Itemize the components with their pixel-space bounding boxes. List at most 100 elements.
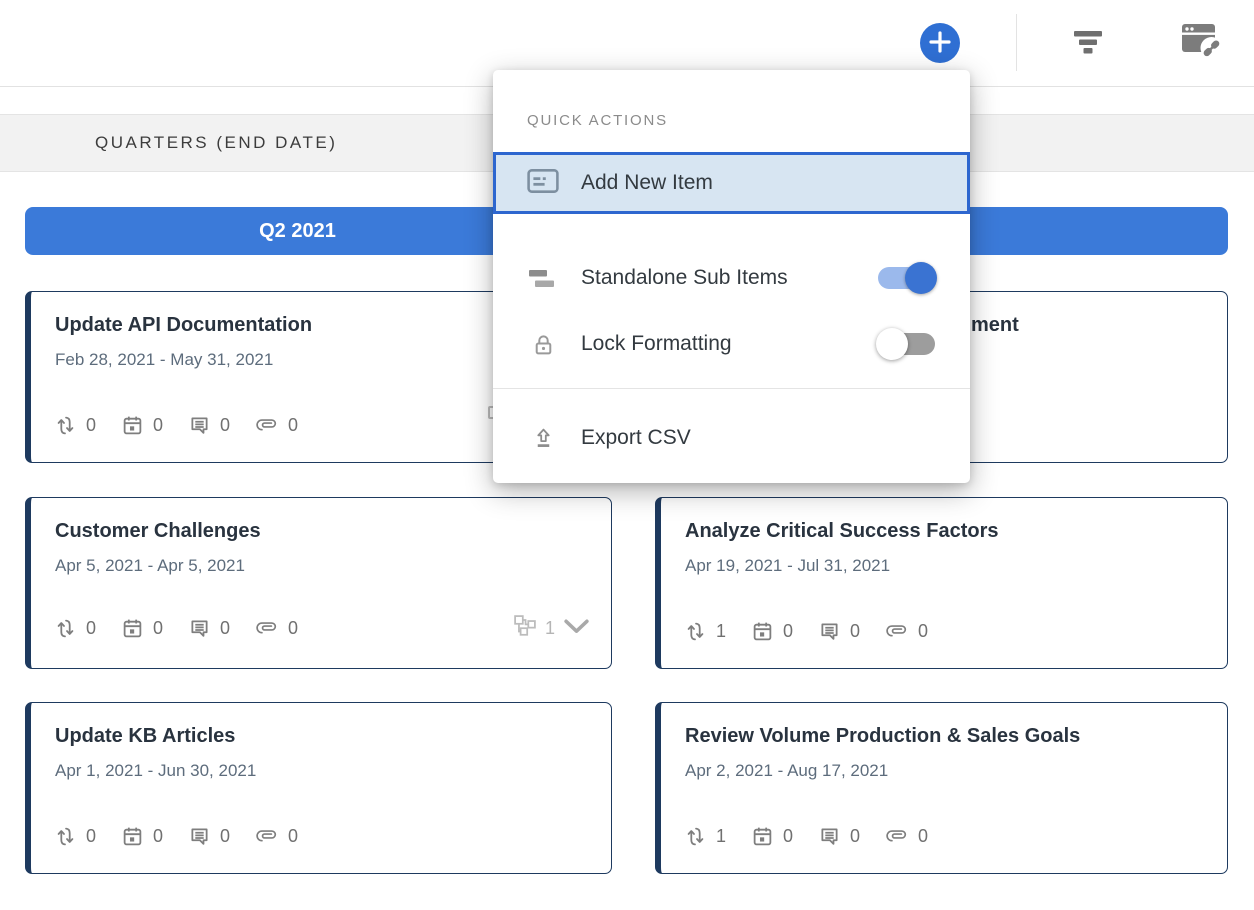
chevron-down-icon — [564, 619, 589, 639]
menu-item-export-csv[interactable]: Export CSV — [493, 416, 970, 460]
menu-item-label: Lock Formatting — [581, 332, 732, 356]
dates-stat: 0 — [122, 415, 163, 436]
dates-stat: 0 — [122, 826, 163, 847]
filter-icon — [1074, 31, 1102, 57]
toggle-standalone-sub-items[interactable] — [878, 267, 935, 289]
calendar-icon — [122, 826, 143, 847]
card-review-volume-production-sales-goals[interactable]: Review Volume Production & Sales Goals A… — [655, 702, 1228, 874]
dependencies-icon — [55, 618, 76, 639]
lock-icon — [527, 333, 559, 356]
dependencies-count: 1 — [716, 621, 726, 642]
dates-count: 0 — [783, 826, 793, 847]
dependencies-stat: 0 — [55, 618, 96, 639]
dependencies-stat: 0 — [55, 415, 96, 436]
calendar-icon — [122, 618, 143, 639]
export-upload-icon — [527, 427, 559, 450]
comments-count: 0 — [220, 415, 230, 436]
comments-icon — [189, 618, 210, 639]
calendar-icon — [752, 826, 773, 847]
card-title: Analyze Critical Success Factors — [685, 520, 1201, 543]
card-meta-row: 1 0 0 0 — [685, 826, 1205, 847]
attachments-stat: 0 — [256, 618, 298, 639]
menu-item-label: Export CSV — [581, 426, 691, 450]
card-title-fragment: ment — [971, 314, 1019, 337]
comments-stat: 0 — [189, 415, 230, 436]
comments-count: 0 — [850, 826, 860, 847]
window-link-icon — [1180, 21, 1226, 66]
roadmap-board-page: QUARTERS (END DATE) Q2 2021 Update API D… — [0, 0, 1254, 910]
attachments-stat: 0 — [886, 621, 928, 642]
attachments-icon — [886, 621, 908, 642]
sub-items-icon — [527, 268, 559, 289]
menu-item-add-new-item[interactable]: Add New Item — [493, 152, 970, 214]
dates-stat: 0 — [122, 618, 163, 639]
dates-stat: 0 — [752, 621, 793, 642]
grouping-label: QUARTERS (END DATE) — [95, 133, 337, 153]
quarter-label: Q2 2021 — [25, 207, 570, 255]
quick-actions-menu: QUICK ACTIONS Add New Item Standalone Su… — [493, 70, 970, 483]
dependencies-icon — [685, 621, 706, 642]
card-customer-challenges[interactable]: Customer Challenges Apr 5, 2021 - Apr 5,… — [25, 497, 612, 669]
menu-item-label: Add New Item — [581, 171, 713, 195]
card-title: Review Volume Production & Sales Goals — [685, 725, 1201, 748]
filter-button[interactable] — [1066, 28, 1110, 60]
toolbar-divider — [1016, 14, 1017, 71]
subitems-count: 1 — [545, 618, 555, 639]
dependencies-count: 0 — [86, 415, 96, 436]
attachments-stat: 0 — [886, 826, 928, 847]
add-button[interactable] — [920, 23, 960, 63]
new-item-card-icon — [527, 168, 559, 199]
card-dates: Apr 19, 2021 - Jul 31, 2021 — [685, 556, 1201, 576]
dates-count: 0 — [153, 826, 163, 847]
attachments-icon — [886, 826, 908, 847]
attachments-count: 0 — [918, 621, 928, 642]
comments-stat: 0 — [819, 826, 860, 847]
menu-title: QUICK ACTIONS — [527, 112, 668, 129]
open-link-button[interactable] — [1178, 18, 1228, 68]
card-dates: Apr 5, 2021 - Apr 5, 2021 — [55, 556, 585, 576]
attachments-stat: 0 — [256, 826, 298, 847]
toggle-knob — [905, 262, 937, 294]
calendar-icon — [122, 415, 143, 436]
dependencies-stat: 0 — [55, 826, 96, 847]
dependencies-icon — [55, 415, 76, 436]
comments-stat: 0 — [189, 618, 230, 639]
comments-icon — [189, 415, 210, 436]
comments-icon — [819, 621, 840, 642]
menu-item-lock-formatting[interactable]: Lock Formatting — [493, 322, 970, 366]
dates-count: 0 — [153, 618, 163, 639]
card-update-kb-articles[interactable]: Update KB Articles Apr 1, 2021 - Jun 30,… — [25, 702, 612, 874]
comments-icon — [189, 826, 210, 847]
card-title: Customer Challenges — [55, 520, 585, 543]
dependencies-count: 0 — [86, 618, 96, 639]
dependencies-stat: 1 — [685, 621, 726, 642]
dependencies-count: 0 — [86, 826, 96, 847]
toggle-knob — [876, 328, 908, 360]
subitems-expander[interactable]: 1 — [514, 615, 589, 642]
dates-count: 0 — [153, 415, 163, 436]
toggle-lock-formatting[interactable] — [878, 333, 935, 355]
card-dates: Apr 2, 2021 - Aug 17, 2021 — [685, 761, 1201, 781]
plus-icon — [920, 22, 960, 65]
calendar-icon — [752, 621, 773, 642]
attachments-icon — [256, 618, 278, 639]
card-analyze-critical-success-factors[interactable]: Analyze Critical Success Factors Apr 19,… — [655, 497, 1228, 669]
card-meta-row: 0 0 0 0 1 — [55, 615, 589, 642]
comments-stat: 0 — [819, 621, 860, 642]
comments-icon — [819, 826, 840, 847]
card-title: Update KB Articles — [55, 725, 585, 748]
subitems-tree-icon — [514, 615, 536, 642]
dates-stat: 0 — [752, 826, 793, 847]
attachments-icon — [256, 826, 278, 847]
comments-count: 0 — [850, 621, 860, 642]
attachments-count: 0 — [288, 415, 298, 436]
attachments-count: 0 — [288, 826, 298, 847]
menu-item-standalone-sub-items[interactable]: Standalone Sub Items — [493, 256, 970, 300]
attachments-icon — [256, 415, 278, 436]
attachments-stat: 0 — [256, 415, 298, 436]
menu-divider — [493, 388, 970, 389]
comments-count: 0 — [220, 826, 230, 847]
card-dates: Apr 1, 2021 - Jun 30, 2021 — [55, 761, 585, 781]
dependencies-stat: 1 — [685, 826, 726, 847]
dependencies-count: 1 — [716, 826, 726, 847]
